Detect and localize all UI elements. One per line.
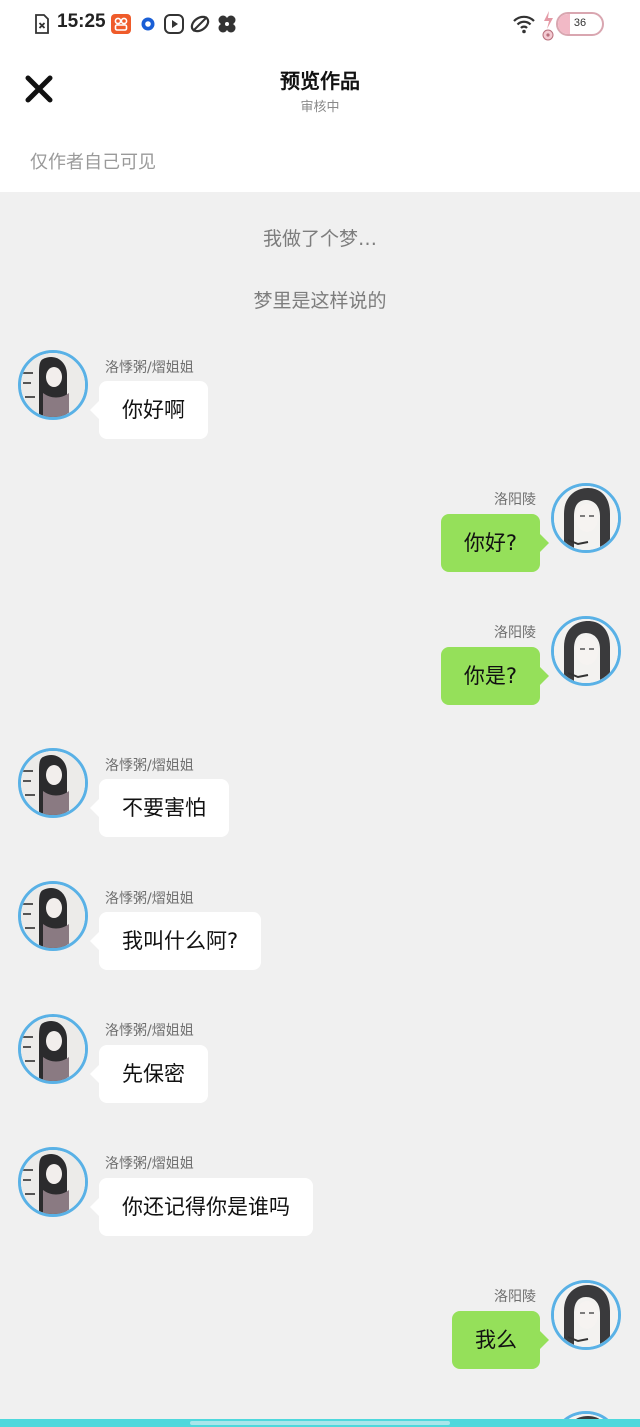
status-bar: 15:25 36 — [0, 0, 640, 48]
speaker-name: 洛悸粥/熠姐姐 — [105, 758, 194, 774]
narration-line: 梦里是这样说的 — [253, 290, 387, 312]
visibility-note: 仅作者自己可见 — [30, 152, 156, 173]
speaker-name: 洛悸粥/熠姐姐 — [105, 1156, 194, 1172]
battery-level: 36 — [573, 17, 587, 29]
sim-error-icon — [34, 14, 50, 38]
message-bubble[interactable]: 我叫什么阿? — [89, 912, 262, 970]
speaker-name: 洛悸粥/熠姐姐 — [105, 891, 194, 907]
speaker-name: 洛阳陵 — [494, 492, 536, 508]
fan-icon — [217, 14, 237, 38]
speaker-name: 洛悸粥/熠姐姐 — [105, 360, 194, 376]
app-notification-icon — [111, 14, 131, 38]
speaker-name: 洛悸粥/熠姐姐 — [105, 1023, 194, 1039]
avatar[interactable] — [18, 748, 88, 818]
avatar[interactable] — [18, 881, 88, 951]
review-status: 审核中 — [300, 100, 340, 115]
message-bubble[interactable]: 你好? — [440, 514, 550, 572]
page-title: 预览作品 — [280, 69, 360, 93]
speaker-name: 洛阳陵 — [494, 625, 536, 641]
avatar[interactable] — [551, 483, 621, 553]
message-bubble[interactable]: 我么 — [452, 1311, 549, 1369]
circle-app-icon — [140, 16, 156, 36]
avatar[interactable] — [18, 350, 88, 420]
speaker-name: 洛阳陵 — [494, 1289, 536, 1305]
play-icon — [164, 14, 184, 38]
avatar[interactable] — [18, 1014, 88, 1084]
message-bubble[interactable]: 你是? — [440, 647, 550, 705]
page-header: 预览作品 审核中 仅作者自己可见 — [0, 48, 640, 192]
avatar[interactable] — [551, 1280, 621, 1350]
message-bubble[interactable]: 不要害怕 — [90, 779, 229, 837]
leaf-icon — [190, 14, 210, 38]
home-indicator[interactable] — [190, 1421, 450, 1425]
message-bubble[interactable]: 你还记得你是谁吗 — [90, 1178, 313, 1236]
narration-line: 我做了个梦… — [262, 228, 377, 250]
message-bubble[interactable]: 你好啊 — [90, 381, 208, 439]
avatar[interactable] — [551, 616, 621, 686]
battery-indicator: 36 — [556, 12, 604, 36]
charging-icon — [540, 10, 556, 46]
message-bubble[interactable]: 先保密 — [90, 1045, 208, 1103]
avatar[interactable] — [18, 1147, 88, 1217]
wifi-icon — [512, 14, 536, 38]
status-time: 15:25 — [57, 11, 106, 32]
